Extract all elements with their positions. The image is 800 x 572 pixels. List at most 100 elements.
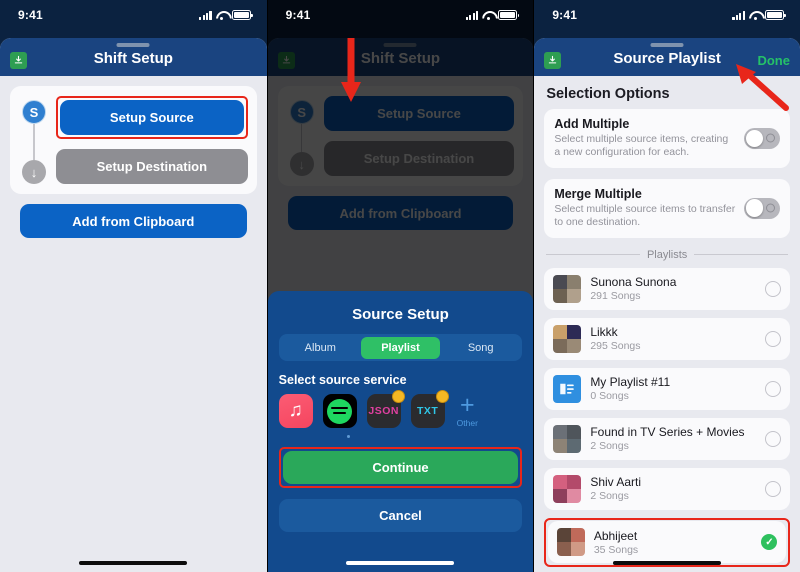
setup-destination-button[interactable]: Setup Destination xyxy=(56,149,248,184)
source-playlist-body[interactable]: Selection Options Add Multiple Select mu… xyxy=(534,76,800,572)
segment-song[interactable]: Song xyxy=(442,337,520,359)
setup-source-highlight: Setup Source xyxy=(56,96,248,139)
continue-highlight: Continue xyxy=(278,447,523,489)
list-item-text: Shiv Aarti 2 Songs xyxy=(590,475,756,502)
arrow-down-icon: ↓ xyxy=(22,160,46,184)
cellular-bars-icon xyxy=(199,10,212,20)
playlist-artwork-default xyxy=(553,374,582,403)
playlist-select-radio[interactable] xyxy=(764,330,781,347)
sheet-grabber[interactable] xyxy=(650,43,684,47)
status-icons xyxy=(199,10,253,20)
playlist-count: 2 Songs xyxy=(590,440,629,453)
status-icons xyxy=(732,10,786,20)
json-label: JSON xyxy=(368,405,399,417)
list-item[interactable]: My Playlist #11 0 Songs xyxy=(544,367,790,410)
playlists-section-header: Playlists xyxy=(546,249,788,261)
segment-playlist[interactable]: Playlist xyxy=(361,336,440,359)
option-merge-multiple[interactable]: Merge Multiple Select multiple source it… xyxy=(544,178,790,238)
home-indicator xyxy=(346,561,455,565)
playlist-count: 0 Songs xyxy=(590,390,629,403)
battery-icon xyxy=(764,10,786,20)
toggle-gear-icon xyxy=(765,203,775,213)
playlist-count: 2 Songs xyxy=(590,490,629,503)
rail-connector xyxy=(33,124,35,160)
source-setup-sheet: Source Setup Album Playlist Song Select … xyxy=(267,291,534,572)
screenshot-strip: 9:41 ⚙ My Shifts + Shift Setup xyxy=(0,0,800,572)
option-description: Select multiple source items to transfer… xyxy=(554,202,736,229)
status-time: 9:41 xyxy=(18,8,43,22)
setup-card: S ↓ Setup Source Setup Destination xyxy=(10,86,257,194)
premium-coin-icon xyxy=(435,390,449,403)
status-time: 9:41 xyxy=(285,8,311,22)
annotation-arrow-down xyxy=(340,38,361,102)
option-add-multiple[interactable]: Add Multiple Select multiple source item… xyxy=(544,109,790,168)
spotify-icon[interactable] xyxy=(322,394,357,428)
playlist-select-radio[interactable] xyxy=(764,280,781,297)
sheet-title: Shift Setup xyxy=(93,50,173,67)
toggle-knob xyxy=(745,129,764,148)
playlist-select-radio[interactable] xyxy=(764,430,781,447)
type-segmented-control: Album Playlist Song xyxy=(278,334,523,361)
panel-source-setup: 9:41 ⚙ My Shifts + Shift Setup xyxy=(266,0,534,572)
download-badge-icon xyxy=(10,51,27,69)
segment-album[interactable]: Album xyxy=(281,337,359,359)
toggle-gear-icon xyxy=(765,133,775,143)
status-bar: 9:41 xyxy=(0,0,267,30)
playlists-header-label: Playlists xyxy=(646,248,688,261)
playlist-name: Shiv Aarti xyxy=(590,475,642,490)
toggle-knob xyxy=(745,199,764,218)
apple-music-icon[interactable]: ♫ xyxy=(278,394,313,428)
list-item[interactable]: Sunona Sunona 291 Songs xyxy=(544,267,790,310)
wifi-icon xyxy=(216,11,228,20)
home-indicator xyxy=(79,561,188,565)
option-title: Add Multiple xyxy=(554,117,630,131)
page-indicator-dot xyxy=(346,435,350,439)
download-badge-icon xyxy=(544,51,562,69)
cellular-bars-icon xyxy=(732,10,745,20)
select-service-label: Select source service xyxy=(278,373,407,387)
playlist-select-radio[interactable] xyxy=(764,380,781,397)
battery-icon xyxy=(498,10,520,20)
status-time: 9:41 xyxy=(552,8,578,22)
txt-label: TXT xyxy=(416,405,439,417)
status-icons xyxy=(465,10,520,20)
playlist-count: 35 Songs xyxy=(593,543,639,556)
playlist-select-radio-checked[interactable]: ✓ xyxy=(761,534,778,551)
cellular-bars-icon xyxy=(465,10,479,20)
add-from-clipboard-button[interactable]: Add from Clipboard xyxy=(20,204,247,238)
list-item[interactable]: Found in TV Series + Movies 2 Songs xyxy=(544,417,790,460)
premium-coin-icon xyxy=(391,390,405,403)
list-item-text: Abhijeet 35 Songs xyxy=(594,529,753,556)
playlist-name: Likkk xyxy=(590,325,618,340)
setup-source-button[interactable]: Setup Source xyxy=(60,100,244,135)
list-item[interactable]: Likkk 295 Songs xyxy=(544,317,790,360)
other-service-button[interactable]: + Other xyxy=(457,392,478,428)
list-item[interactable]: Abhijeet 35 Songs ✓ xyxy=(547,521,787,564)
status-bar: 9:41 xyxy=(534,0,800,30)
add-multiple-toggle[interactable] xyxy=(743,127,780,149)
merge-multiple-toggle[interactable] xyxy=(743,197,780,219)
playlist-artwork xyxy=(553,274,582,303)
continue-button[interactable]: Continue xyxy=(282,451,519,485)
shift-setup-body: S ↓ Setup Source Setup Destination Add f… xyxy=(0,76,267,238)
list-item-text: Likkk 295 Songs xyxy=(590,325,756,352)
divider-right xyxy=(694,254,788,256)
panel-shift-setup: 9:41 ⚙ My Shifts + Shift Setup xyxy=(0,0,267,572)
option-text: Merge Multiple Select multiple source it… xyxy=(554,187,736,230)
txt-file-icon[interactable]: TXT xyxy=(410,390,449,428)
option-description: Select multiple source items, creating a… xyxy=(554,133,729,159)
cancel-button[interactable]: Cancel xyxy=(278,499,523,533)
json-file-icon[interactable]: JSON xyxy=(366,390,405,428)
shift-setup-sheet: Shift Setup S ↓ Setup Source Setup Desti… xyxy=(0,38,267,572)
status-bar: 9:41 xyxy=(268,0,534,30)
wifi-icon xyxy=(482,11,494,20)
list-item[interactable]: Shiv Aarti 2 Songs xyxy=(544,467,790,510)
playlist-select-radio[interactable] xyxy=(764,480,781,497)
playlist-artwork xyxy=(553,324,582,353)
source-setup-title: Source Setup xyxy=(352,306,449,323)
battery-icon xyxy=(231,10,253,20)
sheet-grabber[interactable] xyxy=(116,43,150,47)
service-list: ♫ JSON TXT + Other xyxy=(278,390,523,428)
divider-left xyxy=(546,254,640,256)
source-badge-icon: S xyxy=(22,100,46,124)
